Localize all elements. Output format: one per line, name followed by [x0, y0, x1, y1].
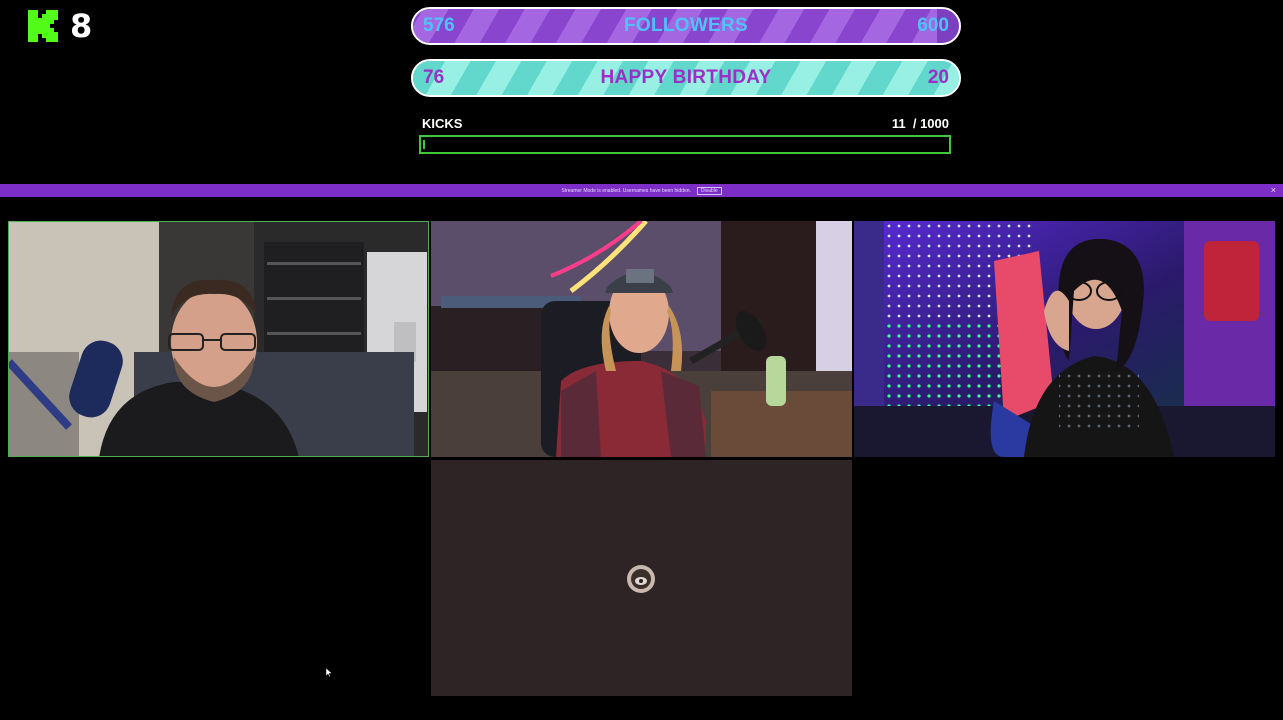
followers-goal-target: 600	[917, 15, 949, 36]
streamer-mode-banner: Streamer Mode is enabled. Usernames have…	[0, 184, 1283, 197]
guest-3-video-feed	[854, 221, 1275, 457]
birthday-goal-target: 20	[927, 67, 949, 88]
followers-goal-bar: 576 FOLLOWERS 600	[411, 7, 961, 45]
birthday-goal-bar: 76 HAPPY BIRTHDAY 20	[411, 59, 961, 97]
banner-message: Streamer Mode is enabled. Usernames have…	[561, 187, 691, 194]
guest-1-video-feed	[9, 222, 428, 456]
kick-k-icon	[28, 10, 58, 42]
followers-goal-label: FOLLOWERS	[623, 15, 749, 36]
banner-close-icon[interactable]: ×	[1271, 184, 1276, 197]
kicks-goal: / 1000	[912, 116, 949, 131]
video-tile-guest-1[interactable]	[8, 221, 429, 457]
video-tile-guest-4[interactable]	[431, 460, 852, 696]
guest-2-video-feed	[431, 221, 852, 457]
video-tile-guest-3[interactable]	[854, 221, 1275, 457]
birthday-goal-label: HAPPY BIRTHDAY	[600, 67, 772, 88]
video-tile-guest-2[interactable]	[431, 221, 852, 457]
kicks-current: 11	[891, 116, 906, 131]
mouse-cursor-icon	[326, 668, 332, 677]
kicks-label: KICKS	[422, 116, 463, 131]
channel-logo: 8	[26, 8, 92, 44]
avatar-icon	[627, 565, 655, 593]
viewer-count: 8	[70, 7, 93, 45]
kicks-progress-fill	[423, 140, 425, 149]
banner-disable-button[interactable]: Disable	[696, 186, 722, 195]
kicks-progress-bar	[419, 135, 951, 154]
kicks-count: 11 / 1000	[892, 116, 949, 132]
kicks-header: KICKS 11 / 1000	[422, 116, 949, 132]
